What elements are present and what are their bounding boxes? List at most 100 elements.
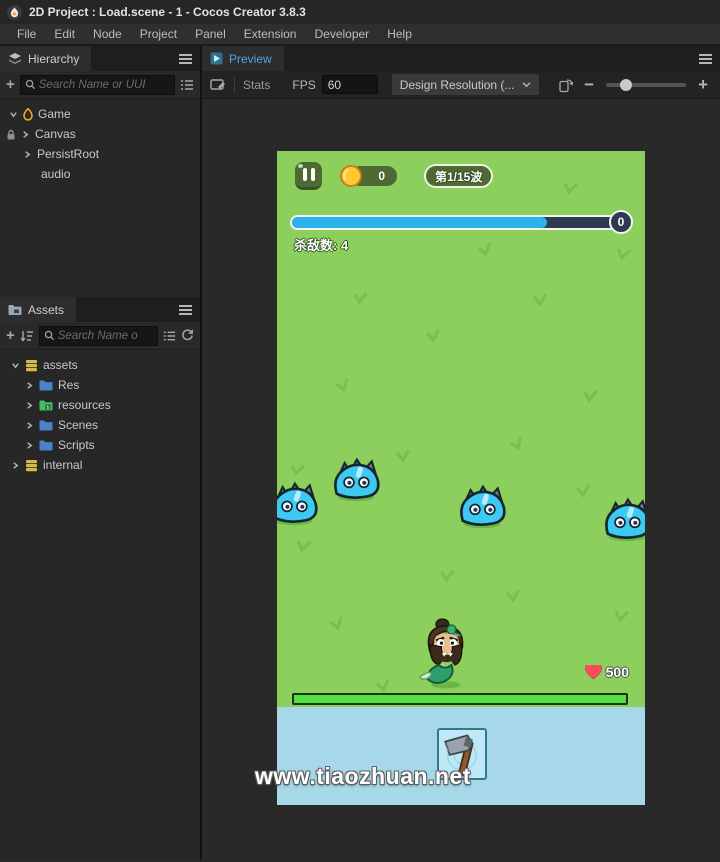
node-label: Game xyxy=(38,107,71,121)
cocos-creator-window: 2D Project : Load.scene - 1 - Cocos Crea… xyxy=(0,0,720,862)
hierarchy-node-canvas[interactable]: Canvas xyxy=(0,124,200,144)
rotate-device-icon[interactable] xyxy=(557,77,574,93)
chevron-right-icon[interactable] xyxy=(25,401,34,410)
menu-extension[interactable]: Extension xyxy=(235,27,306,41)
node-label: assets xyxy=(43,358,78,372)
preview-menu-icon[interactable] xyxy=(699,53,712,64)
create-node-icon[interactable]: + xyxy=(6,77,15,92)
game-canvas[interactable]: 0 第1/15波 0 杀敌数: 4 500 xyxy=(277,151,645,805)
node-label: PersistRoot xyxy=(37,147,100,161)
node-label: Res xyxy=(58,378,80,392)
asset-node-scenes[interactable]: Scenes xyxy=(0,415,200,435)
assets-tab-label: Assets xyxy=(28,302,65,317)
chevron-right-icon[interactable] xyxy=(25,441,34,450)
node-label: resources xyxy=(58,398,111,412)
slime-enemy xyxy=(460,484,506,529)
node-label: Scenes xyxy=(58,418,99,432)
chevron-right-icon[interactable] xyxy=(25,381,34,390)
coin-counter: 0 xyxy=(340,165,397,187)
coin-count-value: 0 xyxy=(378,169,385,183)
filter-list-icon[interactable] xyxy=(163,330,176,342)
slime-enemy xyxy=(334,457,380,502)
svg-text:b: b xyxy=(47,404,50,410)
kill-count-label: 杀敌数: 4 xyxy=(294,238,349,253)
coin-icon xyxy=(340,165,362,187)
toolbar-divider xyxy=(234,76,235,93)
preview-tab-label: Preview xyxy=(229,51,272,66)
preview-panel: Preview Stats FPS Design Resolution (...… xyxy=(202,46,720,860)
zoom-slider[interactable] xyxy=(606,78,687,91)
node-label: Scripts xyxy=(58,438,95,452)
hierarchy-node-persistroot[interactable]: PersistRoot xyxy=(0,144,200,164)
wave-progress-badge: 0 xyxy=(609,210,633,234)
chevron-right-icon[interactable] xyxy=(23,150,32,159)
asset-node-resources[interactable]: b resources xyxy=(0,395,200,415)
axe-item-slot[interactable] xyxy=(437,728,487,780)
hierarchy-panel-header: Hierarchy xyxy=(0,46,200,71)
assets-menu-icon[interactable] xyxy=(179,304,192,315)
hierarchy-node-game[interactable]: Game xyxy=(0,104,200,124)
menu-file[interactable]: File xyxy=(8,27,45,41)
refresh-icon[interactable] xyxy=(181,329,194,342)
hp-value: 500 xyxy=(605,664,629,680)
asset-node-assets[interactable]: assets xyxy=(0,355,200,375)
sort-icon[interactable] xyxy=(20,330,34,342)
menu-panel[interactable]: Panel xyxy=(186,27,235,41)
layers-icon xyxy=(9,52,21,64)
chevron-right-icon[interactable] xyxy=(25,421,34,430)
axe-icon xyxy=(444,734,478,777)
pause-icon xyxy=(302,168,307,181)
design-resolution-dropdown[interactable]: Design Resolution (... xyxy=(391,74,540,95)
menubar: File Edit Node Project Panel Extension D… xyxy=(0,24,720,46)
menu-help[interactable]: Help xyxy=(378,27,421,41)
cocos-logo-icon xyxy=(7,4,22,20)
database-icon xyxy=(26,359,37,371)
search-icon xyxy=(25,79,35,90)
create-asset-icon[interactable]: + xyxy=(6,328,15,343)
chevron-right-icon[interactable] xyxy=(11,461,20,470)
hierarchy-node-audio[interactable]: audio xyxy=(0,164,200,184)
folder-bundle-icon: b xyxy=(39,400,53,410)
wave-label: 第1/15波 xyxy=(435,169,483,184)
zoom-slider-thumb[interactable] xyxy=(620,78,633,91)
menu-node[interactable]: Node xyxy=(84,27,131,41)
pause-button[interactable] xyxy=(295,162,322,190)
hierarchy-tree: Game Canvas PersistRoot audio xyxy=(0,99,200,297)
zoom-out-button[interactable]: − xyxy=(584,76,594,93)
node-label: audio xyxy=(41,167,71,181)
hp-display: 500 xyxy=(584,664,629,680)
chevron-down-icon xyxy=(522,82,531,88)
tab-assets[interactable]: Assets xyxy=(0,297,77,322)
wave-indicator: 第1/15波 xyxy=(424,164,494,188)
menu-edit[interactable]: Edit xyxy=(45,27,84,41)
folder-icon xyxy=(39,380,53,390)
assets-tree: assets Res b resources Scenes Scripts in… xyxy=(0,350,200,475)
fps-input[interactable] xyxy=(321,75,378,94)
filter-list-icon[interactable] xyxy=(180,79,194,91)
asset-node-res[interactable]: Res xyxy=(0,375,200,395)
asset-node-scripts[interactable]: Scripts xyxy=(0,435,200,455)
search-icon xyxy=(44,330,54,341)
slime-enemy xyxy=(605,497,645,542)
chevron-down-icon[interactable] xyxy=(9,110,18,119)
preview-panel-header: Preview xyxy=(202,46,720,71)
hierarchy-menu-icon[interactable] xyxy=(179,53,192,64)
menu-project[interactable]: Project xyxy=(131,27,186,41)
zoom-in-button[interactable]: + xyxy=(698,76,708,93)
folder-icon xyxy=(39,440,53,450)
hierarchy-searchbox xyxy=(19,74,175,95)
chevron-down-icon[interactable] xyxy=(11,361,20,370)
assets-search-input[interactable] xyxy=(57,329,153,342)
menu-developer[interactable]: Developer xyxy=(305,27,378,41)
chevron-right-icon[interactable] xyxy=(21,130,30,139)
assets-toolbar: + xyxy=(0,322,200,350)
database-icon xyxy=(26,459,37,471)
debug-view-icon[interactable] xyxy=(210,78,226,92)
tab-hierarchy[interactable]: Hierarchy xyxy=(0,46,92,71)
asset-node-internal[interactable]: internal xyxy=(0,455,200,475)
hierarchy-search-input[interactable] xyxy=(38,78,170,91)
fps-label: FPS xyxy=(292,77,316,92)
stats-toggle[interactable]: Stats xyxy=(243,78,270,92)
assets-searchbox xyxy=(38,325,158,346)
tab-preview[interactable]: Preview xyxy=(202,46,284,71)
